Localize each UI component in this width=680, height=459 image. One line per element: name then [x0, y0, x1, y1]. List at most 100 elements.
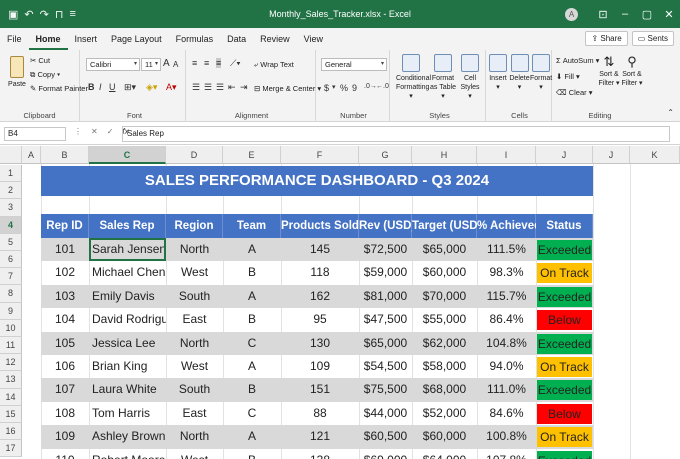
- sales-rep-cell[interactable]: Ashley Brown: [89, 425, 166, 448]
- column-header-f[interactable]: F: [281, 146, 359, 164]
- table-cell[interactable]: $52,000: [412, 402, 477, 425]
- table-cell[interactable]: West: [166, 355, 223, 378]
- table-cell[interactable]: $47,500: [359, 308, 412, 331]
- table-cell[interactable]: South: [166, 378, 223, 401]
- cell-styles-button[interactable]: Cell Styles ▾: [458, 54, 482, 101]
- row-header-9[interactable]: 9: [0, 302, 22, 320]
- column-header-d[interactable]: D: [166, 146, 223, 164]
- delete-cells-button[interactable]: Delete ▾: [509, 54, 530, 92]
- chevron-down-icon[interactable]: ▾: [332, 83, 336, 91]
- table-cell[interactable]: $70,000: [412, 285, 477, 308]
- table-cell[interactable]: 108: [41, 402, 89, 425]
- table-cell[interactable]: 111.0%: [477, 378, 536, 401]
- table-cell[interactable]: 104.8%: [477, 332, 536, 355]
- table-cell[interactable]: A: [223, 285, 281, 308]
- table-cell[interactable]: 102: [41, 261, 89, 284]
- decrease-decimal-icon[interactable]: ←.0: [376, 83, 389, 90]
- column-header-k[interactable]: K: [630, 146, 680, 164]
- table-cell[interactable]: 109: [41, 425, 89, 448]
- row-header-6[interactable]: 6: [0, 251, 22, 269]
- autosum-button[interactable]: Σ AutoSum ▾: [556, 56, 599, 65]
- column-header-i[interactable]: I: [477, 146, 536, 164]
- table-cell[interactable]: South: [166, 285, 223, 308]
- table-cell[interactable]: North: [166, 238, 223, 261]
- table-cell[interactable]: 107: [41, 378, 89, 401]
- column-header-g[interactable]: G: [359, 146, 412, 164]
- table-cell[interactable]: West: [166, 261, 223, 284]
- minimize-icon[interactable]: –: [614, 8, 636, 20]
- table-cell[interactable]: 101: [41, 238, 89, 261]
- comma-button[interactable]: 9: [352, 83, 357, 93]
- align-right-icon[interactable]: ☰: [216, 82, 224, 93]
- sales-rep-cell[interactable]: Robert Moore: [89, 449, 166, 459]
- collapse-ribbon-icon[interactable]: ⌃: [667, 108, 674, 117]
- format-cells-button[interactable]: Format ▾: [530, 54, 552, 92]
- column-header-j[interactable]: J: [536, 146, 593, 164]
- row-header-15[interactable]: 15: [0, 405, 22, 423]
- sales-rep-cell[interactable]: Brian King: [89, 355, 166, 378]
- grow-font-icon[interactable]: A: [163, 58, 170, 69]
- align-top-icon[interactable]: ≡: [192, 58, 197, 68]
- table-cell[interactable]: B: [223, 261, 281, 284]
- sales-rep-cell[interactable]: Michael Chen: [89, 261, 166, 284]
- column-header-a[interactable]: A: [22, 146, 41, 164]
- sales-rep-cell[interactable]: Laura White: [89, 378, 166, 401]
- table-cell[interactable]: 111.5%: [477, 238, 536, 261]
- table-cell[interactable]: B: [223, 378, 281, 401]
- tab-insert[interactable]: Insert: [68, 28, 105, 50]
- table-cell[interactable]: C: [223, 332, 281, 355]
- formula-input[interactable]: Sales Rep: [122, 126, 670, 142]
- increase-indent-icon[interactable]: ⇥: [240, 82, 248, 93]
- table-cell[interactable]: $75,500: [359, 378, 412, 401]
- increase-decimal-icon[interactable]: .0→: [364, 83, 377, 90]
- tab-data[interactable]: Data: [220, 28, 253, 50]
- table-cell[interactable]: 115.7%: [477, 285, 536, 308]
- sales-rep-cell[interactable]: Tom Harris: [89, 402, 166, 425]
- cancel-icon[interactable]: ✕: [91, 127, 98, 136]
- tab-review[interactable]: Review: [253, 28, 297, 50]
- table-cell[interactable]: B: [223, 308, 281, 331]
- table-cell[interactable]: $60,500: [359, 425, 412, 448]
- clear-button[interactable]: ⌫ Clear ▾: [556, 88, 593, 97]
- tab-file[interactable]: File: [0, 28, 29, 50]
- row-header-5[interactable]: 5: [0, 233, 22, 251]
- table-cell[interactable]: West: [166, 449, 223, 459]
- table-cell[interactable]: 106: [41, 355, 89, 378]
- table-cell[interactable]: $59,000: [359, 261, 412, 284]
- table-cell[interactable]: $65,000: [359, 332, 412, 355]
- sort-filter-button[interactable]: ⇅ Sort & Filter ▾: [598, 54, 620, 88]
- format-painter-button[interactable]: ✎ Format Painter: [30, 84, 88, 93]
- table-cell[interactable]: 86.4%: [477, 308, 536, 331]
- table-cell[interactable]: $55,000: [412, 308, 477, 331]
- bold-button[interactable]: B: [88, 82, 95, 92]
- merge-center-button[interactable]: ⊟ Merge & Center ▾: [254, 84, 321, 93]
- row-header-17[interactable]: 17: [0, 440, 22, 458]
- ribbon-display-icon[interactable]: ⊡: [592, 8, 614, 21]
- row-header-7[interactable]: 7: [0, 268, 22, 286]
- table-cell[interactable]: B: [223, 449, 281, 459]
- table-cell[interactable]: $60,000: [412, 261, 477, 284]
- table-cell[interactable]: North: [166, 425, 223, 448]
- table-cell[interactable]: 107.8%: [477, 449, 536, 459]
- column-header-j[interactable]: J: [593, 146, 630, 164]
- table-cell[interactable]: East: [166, 308, 223, 331]
- table-cell[interactable]: 145: [281, 238, 359, 261]
- table-cell[interactable]: 95: [281, 308, 359, 331]
- row-header-3[interactable]: 3: [0, 199, 22, 217]
- row-header-2[interactable]: 2: [0, 182, 22, 200]
- row-header-8[interactable]: 8: [0, 285, 22, 303]
- table-cell[interactable]: 109: [281, 355, 359, 378]
- conditional-formatting-button[interactable]: Conditional Formatting ▾: [396, 54, 431, 101]
- maximize-icon[interactable]: ▢: [636, 8, 658, 21]
- wrap-text-button[interactable]: ⤶ Wrap Text: [254, 60, 294, 70]
- row-header-4[interactable]: 4: [0, 216, 22, 234]
- table-cell[interactable]: A: [223, 355, 281, 378]
- table-cell[interactable]: 130: [281, 332, 359, 355]
- table-cell[interactable]: $60,000: [412, 425, 477, 448]
- borders-icon[interactable]: ⊞▾: [124, 82, 136, 93]
- table-cell[interactable]: $72,500: [359, 238, 412, 261]
- fill-button[interactable]: ⬇ Fill ▾: [556, 72, 580, 81]
- font-color-icon[interactable]: A▾: [166, 82, 177, 93]
- table-cell[interactable]: 104: [41, 308, 89, 331]
- table-cell[interactable]: 84.6%: [477, 402, 536, 425]
